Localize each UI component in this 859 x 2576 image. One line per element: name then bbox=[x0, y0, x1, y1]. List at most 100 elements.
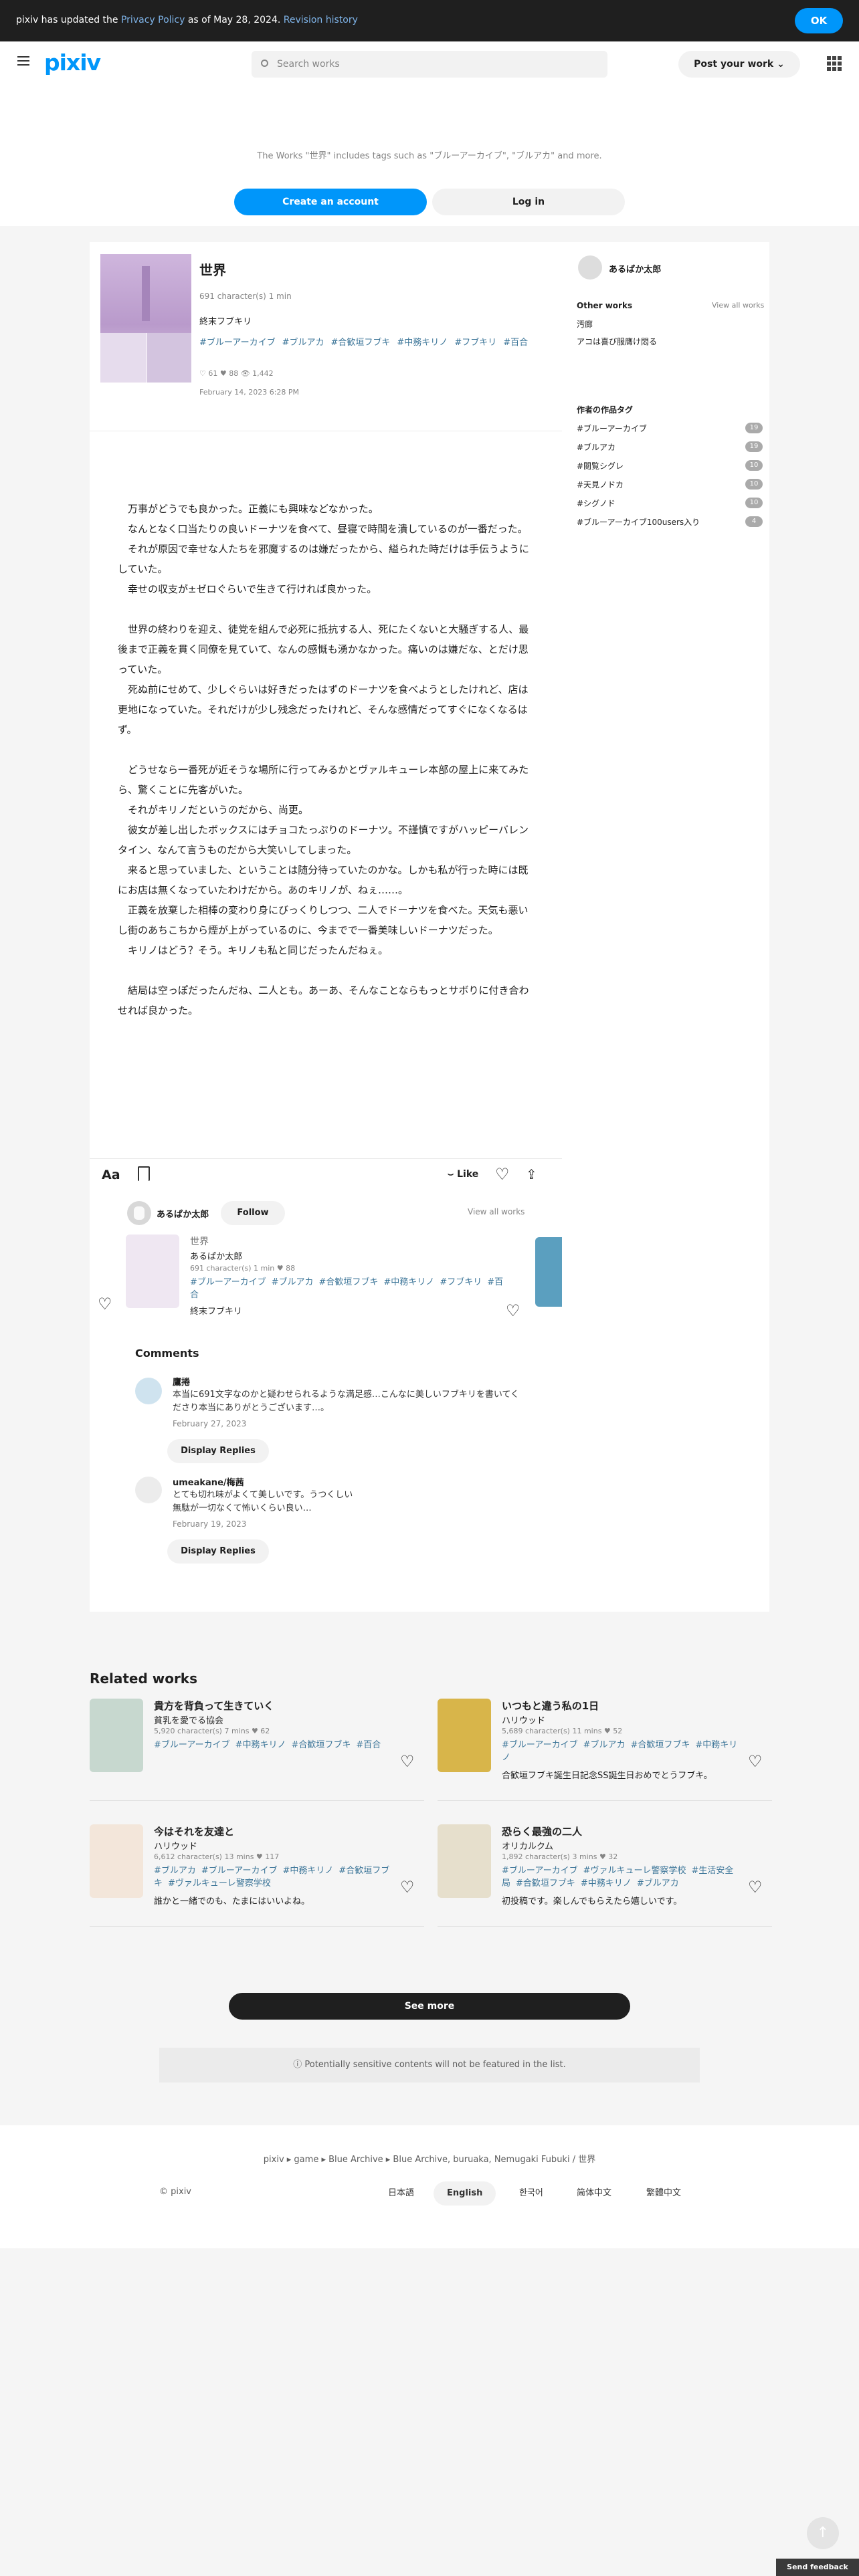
related-thumbnail[interactable] bbox=[90, 1824, 143, 1898]
heart-icon[interactable]: ♡ bbox=[506, 1301, 520, 1320]
like-button[interactable]: ⌣ Like bbox=[448, 1169, 478, 1180]
tag[interactable]: #中務キリノ bbox=[397, 338, 448, 348]
avatar[interactable] bbox=[127, 1201, 151, 1225]
sidebar-tag[interactable]: #ブルアカ 19 bbox=[577, 441, 769, 453]
work-card[interactable]: 世界 あるぱか太郎 691 character(s) 1 min ♥ 88 #ブ… bbox=[126, 1235, 514, 1328]
cover-image[interactable] bbox=[100, 254, 191, 383]
scroll-to-top-icon[interactable]: ↑ bbox=[807, 2517, 839, 2549]
card-series[interactable]: 終末フブキリ bbox=[190, 1304, 242, 1317]
tag[interactable]: #ブルアカ bbox=[154, 1866, 196, 1876]
card-author[interactable]: あるぱか太郎 bbox=[190, 1249, 242, 1262]
tag[interactable]: #中務キリノ bbox=[383, 1277, 434, 1287]
language-option[interactable]: 繁體中文 bbox=[633, 2181, 694, 2206]
related-title[interactable]: 恐らく最強の二人 bbox=[502, 1824, 582, 1838]
avatar[interactable] bbox=[578, 255, 602, 280]
related-thumbnail[interactable] bbox=[90, 1699, 143, 1772]
language-option-selected[interactable]: English bbox=[434, 2181, 496, 2206]
tag[interactable]: #合歓垣フブキ bbox=[331, 338, 391, 348]
tag[interactable]: #合歓垣フブキ bbox=[631, 1740, 690, 1750]
related-work-card[interactable]: いつもと違う私の1日 ハリウッド 5,689 character(s) 11 m… bbox=[438, 1699, 772, 1812]
avatar[interactable] bbox=[135, 1477, 162, 1503]
bookmark-icon[interactable] bbox=[138, 1166, 150, 1181]
sidebar-tag[interactable]: #シグノド 10 bbox=[577, 498, 769, 509]
language-option[interactable]: 简体中文 bbox=[563, 2181, 625, 2206]
follow-button[interactable]: Follow bbox=[221, 1201, 285, 1225]
comment-author[interactable]: umeakane/梅茜 bbox=[173, 1475, 244, 1488]
tag[interactable]: #百合 bbox=[356, 1740, 381, 1750]
view-all-works-link[interactable]: View all works bbox=[712, 301, 764, 310]
related-work-card[interactable]: 今はそれを友達と ハリウッド 6,612 character(s) 13 min… bbox=[90, 1824, 424, 1938]
related-thumbnail[interactable] bbox=[438, 1699, 491, 1772]
display-replies-button[interactable]: Display Replies bbox=[167, 1539, 269, 1564]
tag[interactable]: #中務キリノ bbox=[235, 1740, 286, 1750]
create-account-button[interactable]: Create an account bbox=[234, 189, 427, 215]
tag[interactable]: #合歓垣フブキ bbox=[516, 1879, 575, 1889]
see-more-button[interactable]: See more bbox=[229, 1993, 630, 2020]
ok-button[interactable]: OK bbox=[795, 8, 843, 33]
tag[interactable]: #ブルアカ bbox=[272, 1277, 314, 1287]
language-option[interactable]: 한국어 bbox=[506, 2181, 557, 2206]
sidebar-work-link[interactable]: アコは喜び服膺け悶る bbox=[577, 336, 657, 347]
tag[interactable]: #ブルアカ bbox=[282, 338, 324, 348]
avatar[interactable] bbox=[135, 1378, 162, 1404]
sidebar-work-link[interactable]: 汚廊 bbox=[577, 318, 593, 330]
view-all-works-link[interactable]: View all works bbox=[468, 1207, 524, 1216]
display-replies-button[interactable]: Display Replies bbox=[167, 1439, 269, 1463]
related-title[interactable]: 今はそれを友達と bbox=[154, 1824, 234, 1838]
next-card-thumbnail[interactable] bbox=[535, 1237, 562, 1307]
related-work-card[interactable]: 恐らく最強の二人 オリカルクム 1,892 character(s) 3 min… bbox=[438, 1824, 772, 1938]
tag[interactable]: #合歓垣フブキ bbox=[319, 1277, 379, 1287]
heart-icon[interactable]: ♡ bbox=[98, 1295, 112, 1313]
heart-icon[interactable]: ♡ bbox=[495, 1165, 510, 1184]
heart-icon[interactable]: ♡ bbox=[748, 1752, 763, 1771]
heart-icon[interactable]: ♡ bbox=[400, 1752, 415, 1771]
card-thumbnail[interactable] bbox=[126, 1235, 179, 1308]
tag[interactable]: #合歓垣フブキ bbox=[292, 1740, 351, 1750]
heart-icon[interactable]: ♡ bbox=[748, 1878, 763, 1897]
tag[interactable]: #中務キリノ bbox=[283, 1866, 334, 1876]
pixiv-logo[interactable]: pixiv bbox=[44, 49, 101, 76]
share-icon[interactable]: ⇪ bbox=[526, 1165, 537, 1184]
sidebar-tag[interactable]: #天見ノドカ 10 bbox=[577, 479, 769, 490]
tag[interactable]: #ブルーアーカイブ bbox=[502, 1866, 578, 1876]
tag[interactable]: #ブルーアーカイブ bbox=[199, 338, 276, 348]
text-settings-button[interactable]: Aa bbox=[102, 1168, 120, 1182]
tag[interactable]: #中務キリノ bbox=[581, 1879, 632, 1889]
tag[interactable]: #ブルーアーカイブ bbox=[154, 1740, 230, 1750]
tag[interactable]: #ブルーアーカイブ bbox=[502, 1740, 578, 1750]
sidebar-author-name[interactable]: あるぱか太郎 bbox=[609, 262, 661, 275]
related-author[interactable]: ハリウッド bbox=[502, 1713, 545, 1726]
sidebar-tag[interactable]: #ブルーアーカイブ 19 bbox=[577, 423, 769, 434]
breadcrumb[interactable]: pixiv ▸ game ▸ Blue Archive ▸ Blue Archi… bbox=[0, 2152, 859, 2165]
revision-history-link[interactable]: Revision history bbox=[284, 15, 358, 25]
language-option[interactable]: 日本語 bbox=[375, 2181, 427, 2206]
post-work-button[interactable]: Post your work ⌄ bbox=[678, 51, 800, 78]
card-title[interactable]: 世界 bbox=[190, 1235, 209, 1248]
tag[interactable]: #フブキリ bbox=[440, 1277, 482, 1287]
sidebar-tag[interactable]: #ブルーアーカイブ100users入り 4 bbox=[577, 516, 769, 528]
privacy-policy-link[interactable]: Privacy Policy bbox=[121, 15, 185, 25]
tag[interactable]: #ブルーアーカイブ bbox=[201, 1866, 278, 1876]
related-title[interactable]: 貴方を背負って生きていく bbox=[154, 1699, 274, 1713]
search-input[interactable]: Search works bbox=[252, 51, 607, 78]
related-author[interactable]: オリカルクム bbox=[502, 1839, 553, 1852]
related-work-card[interactable]: 貴方を背負って生きていく 貧乳を愛でる協会 5,920 character(s)… bbox=[90, 1699, 424, 1812]
login-button[interactable]: Log in bbox=[432, 189, 625, 215]
related-thumbnail[interactable] bbox=[438, 1824, 491, 1898]
tag[interactable]: #ブルアカ bbox=[637, 1879, 679, 1889]
related-author[interactable]: 貧乳を愛でる協会 bbox=[154, 1713, 223, 1726]
tag[interactable]: #ヴァルキューレ警察学校 bbox=[583, 1866, 686, 1876]
tag[interactable]: #ヴァルキューレ警察学校 bbox=[168, 1879, 271, 1889]
tag[interactable]: #フブキリ bbox=[454, 338, 496, 348]
series-link[interactable]: 終末フブキリ bbox=[199, 314, 252, 327]
related-title[interactable]: いつもと違う私の1日 bbox=[502, 1699, 599, 1713]
comment-author[interactable]: 鷹捲 bbox=[173, 1375, 190, 1388]
menu-icon[interactable] bbox=[17, 56, 29, 68]
heart-icon[interactable]: ♡ bbox=[400, 1878, 415, 1897]
tag[interactable]: #ブルーアーカイブ bbox=[190, 1277, 266, 1287]
related-author[interactable]: ハリウッド bbox=[154, 1839, 197, 1852]
sidebar-tag[interactable]: #閲覧シグレ 10 bbox=[577, 460, 769, 471]
apps-grid-icon[interactable] bbox=[827, 56, 842, 71]
author-name[interactable]: あるぱか太郎 bbox=[157, 1207, 209, 1220]
send-feedback-button[interactable]: Send feedback bbox=[776, 2559, 859, 2576]
